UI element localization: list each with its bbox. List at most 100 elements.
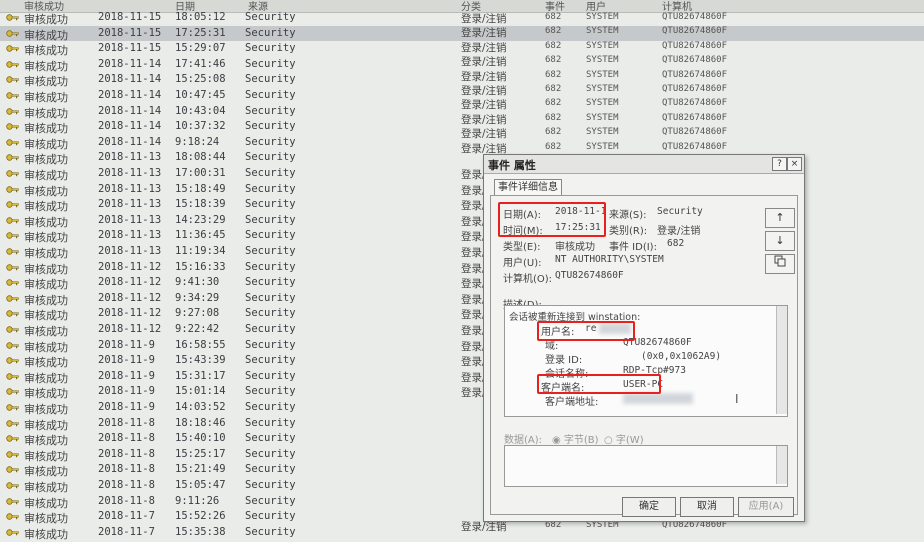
audit-key-icon bbox=[6, 215, 19, 225]
ok-button[interactable]: 确定 bbox=[622, 497, 676, 517]
level-cell: 审核成功 bbox=[24, 293, 68, 307]
level-cell: 审核成功 bbox=[24, 512, 68, 526]
time-cell: 17:41:46 bbox=[175, 57, 226, 70]
date-cell: 2018-11-14 bbox=[98, 73, 162, 86]
user-label: 用户(U): bbox=[503, 258, 542, 269]
level-cell: 审核成功 bbox=[24, 278, 68, 292]
date-cell: 2018-11-12 bbox=[98, 276, 162, 289]
level-cell: 审核成功 bbox=[24, 340, 68, 354]
previous-event-button[interactable]: ↑ bbox=[765, 208, 795, 228]
computer-cell: QTU82674860F bbox=[662, 12, 728, 22]
text-cursor-icon: I bbox=[735, 392, 739, 406]
category-cell: 登录/注销 bbox=[461, 13, 507, 25]
level-cell: 审核成功 bbox=[24, 75, 68, 89]
audit-key-icon bbox=[6, 371, 19, 381]
audit-key-icon bbox=[6, 511, 19, 521]
date-cell: 2018-11-9 bbox=[98, 338, 155, 351]
level-cell: 审核成功 bbox=[24, 13, 68, 26]
dialog-titlebar[interactable]: 事件 属性 ? × bbox=[484, 155, 804, 174]
audit-key-icon bbox=[6, 449, 19, 459]
date-cell: 2018-11-14 bbox=[98, 57, 162, 70]
source-cell: Security bbox=[245, 89, 296, 101]
time-cell: 15:05:47 bbox=[175, 479, 226, 491]
audit-key-icon bbox=[6, 106, 19, 116]
description-scrollbar[interactable] bbox=[776, 306, 787, 414]
audit-key-icon bbox=[6, 43, 19, 53]
category-label: 类别(R): bbox=[609, 226, 648, 237]
level-cell: 审核成功 bbox=[24, 371, 68, 385]
source-cell: Security bbox=[245, 338, 296, 351]
time-cell: 17:25:31 bbox=[175, 26, 226, 39]
cancel-button[interactable]: 取消 bbox=[680, 497, 734, 517]
next-event-button[interactable]: ↓ bbox=[765, 231, 795, 251]
source-value: Security bbox=[657, 206, 703, 217]
tab-event-details[interactable]: 事件详细信息 bbox=[494, 179, 562, 196]
event-properties-dialog: 事件 属性 ? × 事件详细信息 日期(A): 2018-11-1 时间(M):… bbox=[483, 154, 805, 522]
time-cell: 15:52:26 bbox=[175, 510, 226, 523]
category-cell: 登录/注销 bbox=[461, 128, 507, 141]
bytes-radio[interactable]: ◉ 字节(B) bbox=[552, 431, 599, 446]
time-cell: 9:27:08 bbox=[175, 307, 220, 320]
user-cell: SYSTEM bbox=[586, 112, 619, 123]
time-cell: 14:23:29 bbox=[175, 213, 226, 226]
computer-cell: QTU82674860F bbox=[662, 127, 728, 138]
source-cell: Security bbox=[245, 525, 296, 538]
audit-key-icon bbox=[6, 199, 19, 209]
computer-cell: QTU82674860F bbox=[662, 55, 728, 66]
audit-key-icon bbox=[6, 402, 19, 412]
audit-key-icon bbox=[6, 308, 19, 318]
date-cell: 2018-11-15 bbox=[98, 11, 162, 23]
level-cell: 审核成功 bbox=[24, 403, 68, 416]
event-cell: 682 bbox=[545, 127, 562, 138]
time-cell: 15:25:17 bbox=[175, 447, 226, 460]
source-cell: Security bbox=[245, 354, 296, 367]
source-cell: Security bbox=[245, 198, 296, 211]
time-cell: 18:05:12 bbox=[175, 11, 226, 23]
time-cell: 15:01:14 bbox=[175, 385, 226, 398]
date-cell: 2018-11-9 bbox=[98, 385, 155, 398]
date-cell: 2018-11-14 bbox=[98, 89, 162, 101]
audit-key-icon bbox=[6, 74, 19, 84]
eventid-label: 事件 ID(I): bbox=[609, 242, 657, 253]
level-cell: 审核成功 bbox=[24, 184, 68, 198]
apply-button[interactable]: 应用(A) bbox=[738, 497, 794, 517]
level-cell: 审核成功 bbox=[24, 481, 68, 494]
data-textarea[interactable] bbox=[504, 445, 788, 487]
source-cell: Security bbox=[245, 42, 296, 55]
audit-key-icon bbox=[6, 386, 19, 396]
desc-logonid-label: 登录 ID: bbox=[545, 355, 583, 366]
user-cell: SYSTEM bbox=[586, 12, 619, 22]
time-cell: 9:34:29 bbox=[175, 291, 220, 304]
help-button[interactable]: ? bbox=[772, 157, 787, 171]
words-radio[interactable]: ○ 字(W) bbox=[604, 431, 644, 446]
time-cell: 15:18:39 bbox=[175, 198, 226, 211]
source-cell: Security bbox=[245, 416, 296, 429]
level-cell: 审核成功 bbox=[24, 418, 68, 432]
audit-key-icon bbox=[6, 277, 19, 287]
close-button[interactable]: × bbox=[787, 157, 802, 171]
audit-key-icon bbox=[6, 28, 19, 38]
level-cell: 审核成功 bbox=[24, 309, 68, 323]
time-cell: 15:21:49 bbox=[175, 463, 226, 476]
audit-key-icon bbox=[6, 355, 19, 365]
date-cell: 2018-11-9 bbox=[98, 369, 155, 382]
time-cell: 10:37:32 bbox=[175, 120, 226, 133]
type-label: 类型(E): bbox=[503, 242, 541, 253]
source-cell: Security bbox=[245, 182, 296, 195]
date-cell: 2018-11-12 bbox=[98, 323, 162, 335]
source-label: 来源(S): bbox=[609, 210, 647, 221]
date-cell: 2018-11-14 bbox=[98, 120, 162, 133]
level-cell: 审核成功 bbox=[24, 527, 68, 541]
audit-key-icon bbox=[6, 230, 19, 240]
source-cell: Security bbox=[245, 229, 296, 242]
dialog-title: 事件 属性 bbox=[488, 159, 536, 172]
time-cell: 15:18:49 bbox=[175, 182, 226, 195]
source-cell: Security bbox=[245, 510, 296, 523]
user-cell: SYSTEM bbox=[586, 98, 619, 109]
level-cell: 审核成功 bbox=[24, 137, 68, 151]
source-cell: Security bbox=[245, 494, 296, 507]
user-cell: SYSTEM bbox=[586, 127, 619, 138]
date-cell: 2018-11-13 bbox=[98, 167, 162, 179]
copy-button[interactable] bbox=[765, 254, 795, 274]
data-scrollbar[interactable] bbox=[776, 446, 787, 484]
